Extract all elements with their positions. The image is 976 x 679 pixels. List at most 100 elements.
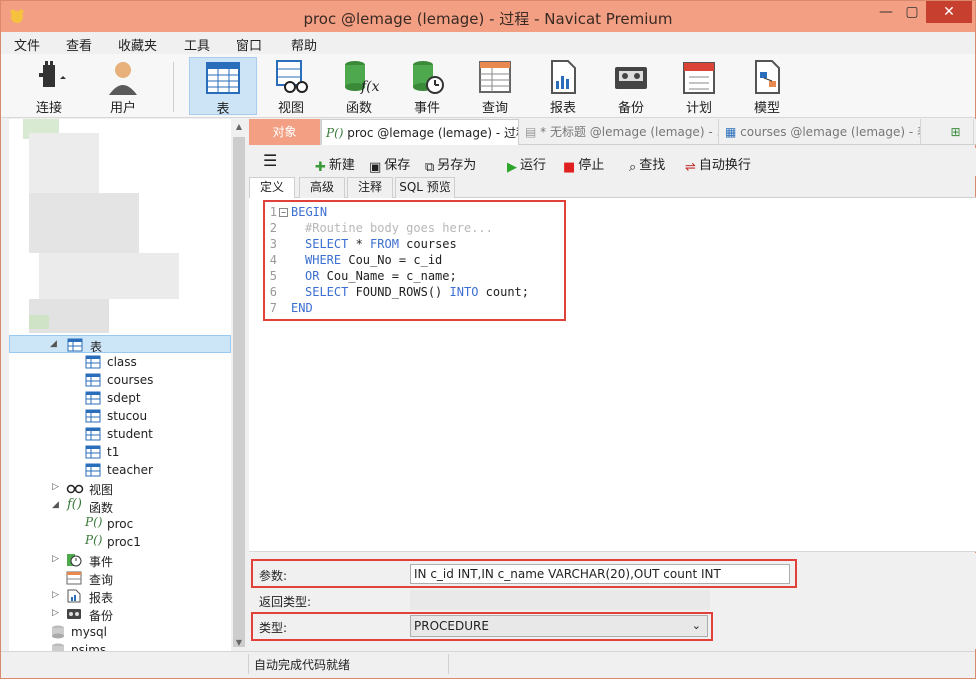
tree-function-proc[interactable]: P() proc	[9, 515, 231, 533]
tree-table-class[interactable]: class	[9, 353, 231, 371]
expand-icon[interactable]: ▷	[52, 608, 59, 618]
report-button[interactable]: 报表	[529, 57, 597, 116]
stop-icon: ■	[563, 160, 576, 175]
new-tab-icon[interactable]: ⊞	[934, 119, 974, 145]
new-button[interactable]: ✚ 新建	[315, 154, 355, 175]
new-label: 新建	[328, 158, 355, 173]
sidebar-scrollbar[interactable]: ▲ ▼	[231, 119, 247, 651]
menu-help[interactable]: 帮助	[291, 35, 317, 54]
window-title: proc @lemage (lemage) - 过程 - Navicat Pre…	[303, 10, 673, 28]
code-text: WHERE Cou_No = c_id	[305, 253, 443, 267]
procedure-icon: P()	[326, 126, 344, 140]
tree-table-t1[interactable]: t1	[9, 443, 231, 461]
tab-courses[interactable]: ▦ courses @lemage (lemage) - 表	[721, 119, 921, 145]
fold-toggle-icon[interactable]: −	[279, 208, 288, 217]
event-button[interactable]: 事件	[393, 57, 461, 116]
status-text: 自动完成代码就绪	[254, 658, 351, 672]
model-button[interactable]: 模型	[733, 57, 801, 116]
connect-button[interactable]: 连接	[15, 57, 83, 116]
tree-functions-folder[interactable]: ◢ f() 函数	[9, 497, 231, 515]
app-window: proc @lemage (lemage) - 过程 - Navicat Pre…	[0, 0, 976, 679]
tree-database-mysql[interactable]: mysql	[9, 623, 231, 641]
query-icon: ▤	[525, 125, 537, 139]
tab-untitled-query[interactable]: ▤ * 无标题 @lemage (lemage) - ...	[521, 119, 719, 145]
tab-proc[interactable]: P() proc @lemage (lemage) - 过程	[321, 119, 519, 145]
find-button[interactable]: ⌕ 查找	[629, 154, 665, 175]
scroll-down-icon[interactable]: ▼	[231, 635, 247, 651]
save-button[interactable]: ▣ 保存	[369, 154, 410, 175]
type-select[interactable]: PROCEDURE ⌄	[410, 615, 708, 637]
find-label: 查找	[639, 158, 666, 173]
expand-icon[interactable]: ▷	[52, 482, 59, 492]
tab-label: proc @lemage (lemage) - 过程	[347, 126, 519, 140]
params-field[interactable]: IN c_id INT,IN c_name VARCHAR(20),OUT co…	[410, 564, 790, 584]
tree-label: teacher	[107, 463, 153, 477]
tree-reports-folder[interactable]: ▷ 报表	[9, 587, 231, 605]
tab-definition[interactable]: 定义	[249, 177, 295, 199]
menu-file[interactable]: 文件	[14, 35, 40, 54]
tree-events-folder[interactable]: ▷ 事件	[9, 551, 231, 569]
tree-tables-folder[interactable]: ◢ 表	[9, 335, 231, 354]
tree-label: class	[107, 355, 137, 369]
table-icon	[85, 409, 101, 423]
menu-icon[interactable]: ☰	[263, 151, 277, 170]
tree-views-folder[interactable]: ▷ 视图	[9, 479, 231, 497]
scroll-up-icon[interactable]: ▲	[231, 119, 247, 135]
blurred-region	[29, 193, 139, 253]
view-button[interactable]: 视图	[257, 57, 325, 116]
database-icon	[52, 625, 64, 639]
backup-button[interactable]: 备份	[597, 57, 665, 116]
tree-label: proc	[107, 517, 134, 531]
tree-backups-folder[interactable]: ▷ 备份	[9, 605, 231, 623]
line-number: 1	[269, 205, 277, 219]
scroll-thumb[interactable]	[233, 137, 245, 647]
event-icon	[67, 554, 82, 567]
run-button[interactable]: ▶ 运行	[507, 154, 546, 175]
expand-icon[interactable]: ▷	[52, 554, 59, 564]
code-editor[interactable]: 1− BEGIN 2 #Routine body goes here... 3 SELEC…	[249, 198, 976, 552]
tab-objects[interactable]: 对象	[249, 119, 321, 145]
editor-toolbar: ☰ ✚ 新建 ▣ 保存 ⧉ 另存为 ▶ 运行 ■ 停止 ⌕ 查找 ⇌ 自动换行	[249, 148, 976, 176]
query-button[interactable]: 查询	[461, 57, 529, 116]
tree-queries-folder[interactable]: 查询	[9, 569, 231, 587]
tree-label: 报表	[89, 591, 114, 605]
minimize-button[interactable]: —	[873, 1, 899, 23]
expand-icon[interactable]: ▷	[52, 590, 59, 600]
connect-label: 连接	[35, 101, 62, 116]
tree-table-courses[interactable]: courses	[9, 371, 231, 389]
tree-database-psims[interactable]: psims	[9, 641, 231, 651]
table-icon: ▦	[725, 125, 737, 139]
table-icon	[85, 445, 101, 459]
schedule-button[interactable]: 计划	[665, 57, 733, 116]
function-button[interactable]: f(x) 函数	[325, 57, 393, 116]
menu-favorites[interactable]: 收藏夹	[118, 35, 157, 54]
word-wrap-button[interactable]: ⇌ 自动换行	[685, 154, 751, 175]
save-as-button[interactable]: ⧉ 另存为	[425, 154, 476, 175]
tree-table-stucou[interactable]: stucou	[9, 407, 231, 425]
collapse-icon[interactable]: ◢	[52, 500, 59, 510]
query-icon	[66, 571, 82, 585]
table-label: 表	[216, 102, 230, 117]
stop-button[interactable]: ■ 停止	[563, 154, 604, 175]
play-icon: ▶	[507, 160, 517, 175]
table-button[interactable]: 表	[189, 57, 257, 117]
run-label: 运行	[520, 158, 547, 173]
maximize-button[interactable]: ▢	[899, 1, 925, 23]
report-icon	[67, 589, 81, 603]
tree-table-student[interactable]: student	[9, 425, 231, 443]
menu-tools[interactable]: 工具	[184, 35, 210, 54]
close-button[interactable]: ✕	[926, 1, 972, 23]
tab-comment[interactable]: 注释	[347, 177, 393, 198]
tree-function-proc1[interactable]: P() proc1	[9, 533, 231, 551]
tree-label: proc1	[107, 535, 141, 549]
user-button[interactable]: 用户	[89, 57, 157, 116]
tab-advanced[interactable]: 高级	[299, 177, 345, 198]
menu-view[interactable]: 查看	[66, 35, 92, 54]
line-number: 5	[269, 269, 277, 283]
tree-table-teacher[interactable]: teacher	[9, 461, 231, 479]
table-icon	[85, 427, 101, 441]
tree-table-sdept[interactable]: sdept	[9, 389, 231, 407]
tab-sql-preview[interactable]: SQL 预览	[395, 177, 455, 198]
blurred-region	[29, 315, 49, 329]
menu-window[interactable]: 窗口	[236, 35, 262, 54]
